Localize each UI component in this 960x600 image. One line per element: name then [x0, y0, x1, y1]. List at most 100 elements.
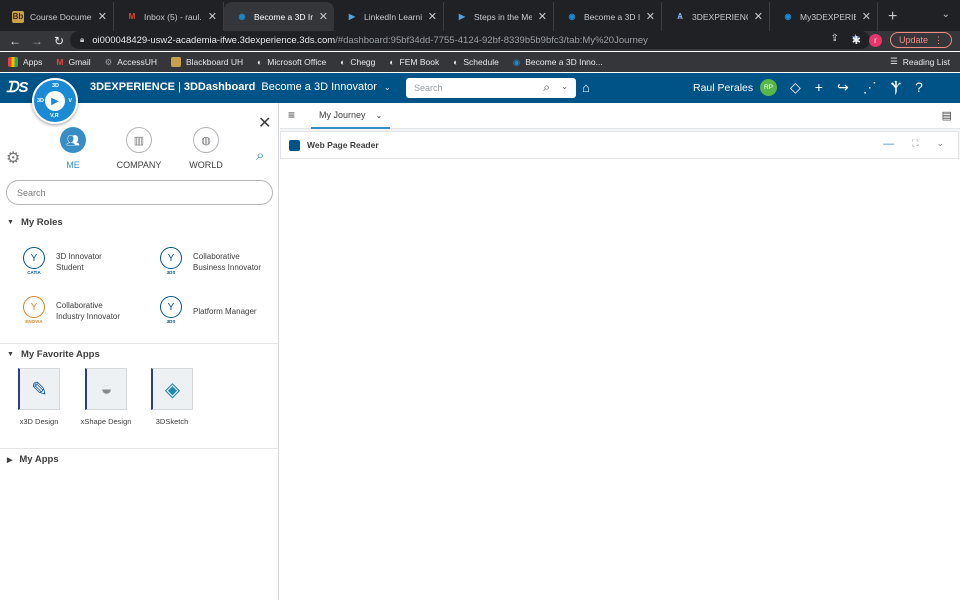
role-platform-manager[interactable]: Y 3DS Platform Manager — [159, 296, 283, 326]
update-button[interactable]: Update ⋮ — [889, 32, 952, 48]
share-icon[interactable]: ↪ — [837, 79, 849, 96]
browser-tab[interactable]: ▶ LinkedIn Learning ✕ — [334, 2, 444, 31]
segment-world[interactable]: ◍ WORLD — [176, 127, 236, 170]
tab-my-journey[interactable]: My Journey ⌄ — [311, 103, 391, 129]
bookmark-label: Apps — [23, 57, 43, 67]
back-icon[interactable]: ← — [4, 34, 26, 48]
help-icon[interactable]: ? — [915, 79, 923, 96]
user-name[interactable]: Raul Perales — [693, 82, 753, 94]
play-icon: ▶ — [348, 12, 356, 21]
search-icon[interactable]: ⌕ — [256, 147, 264, 164]
bookmark-gmail[interactable]: M Gmail — [56, 57, 90, 67]
role-3d-innovator[interactable]: Y CATIA 3D Innovator Student — [22, 247, 146, 277]
app-3dsketch[interactable]: ◈ 3DSketch — [143, 368, 201, 426]
bookmark-fembook[interactable]: ◐ FEM Book — [389, 57, 439, 67]
browser-tab-active[interactable]: ◉ Become a 3D Inn ✕ — [224, 2, 334, 31]
tab-search-chevron-icon[interactable]: ⌄ — [942, 9, 950, 20]
segment-me[interactable]: 👥︎ ME — [43, 127, 103, 170]
browser-tab[interactable]: M Inbox (5) - raul.p ✕ — [114, 2, 224, 31]
extensions-icon[interactable]: ✱ — [852, 34, 861, 47]
gear-icon[interactable]: ⚙ — [6, 148, 20, 168]
close-icon[interactable]: ✕ — [646, 10, 655, 23]
network-icon[interactable]: ⋰ — [863, 79, 877, 96]
compass-button[interactable]: 3D 3D V V,R ▶ — [32, 78, 78, 124]
chevron-down-icon[interactable]: ⌄ — [384, 83, 391, 92]
user-avatar[interactable]: RP — [760, 79, 777, 96]
section-title: My Apps — [19, 454, 59, 465]
tab-title: Become a 3D Inn — [254, 11, 313, 22]
forward-icon[interactable]: → — [26, 34, 48, 48]
x3d-design-icon: ✎ — [18, 368, 60, 410]
app-title: 3DEXPERIENCE | 3DDashboard Become a 3D Inno… — [90, 81, 391, 93]
close-icon[interactable]: ✕ — [538, 10, 547, 23]
bookmark-accessuh[interactable]: ⚙ AccessUH — [105, 57, 157, 68]
role-brand: 3DS — [166, 270, 176, 275]
segment-label: COMPANY — [116, 160, 162, 170]
chevron-down-icon[interactable]: ⌄ — [376, 111, 383, 120]
app-x3d-design[interactable]: ✎ x3D Design — [10, 368, 68, 426]
panel-search-input[interactable]: Search — [6, 180, 273, 205]
bookmark-apps[interactable]: Apps — [8, 57, 42, 67]
browser-tab[interactable]: ◉ Become a 3D Inn ✕ — [554, 2, 662, 31]
compass-y-icon: Y — [160, 296, 182, 318]
bookmark-blackboard[interactable]: Blackboard UH — [170, 57, 243, 67]
url-host: oi000048429-usw2-academia-ifwe.3dexperie… — [92, 34, 336, 46]
browser-tab[interactable]: Bb Course Documen ✕ — [0, 2, 114, 31]
role-collab-industry[interactable]: Y ENOVIA Collaborative Industry Innovator — [22, 296, 146, 326]
reading-list-button[interactable]: ☰ Reading List — [890, 56, 950, 67]
browser-tab[interactable]: ▶ Steps in the Mea ✕ — [444, 2, 554, 31]
brand-separator: | — [177, 81, 181, 93]
app-xshape-design[interactable]: ◒ xShape Design — [77, 368, 135, 426]
my-apps-header[interactable]: ▶ My Apps — [7, 454, 59, 465]
search-input[interactable]: Search ⌕ ⌄ — [406, 78, 576, 98]
lock-icon: 🔒︎ — [80, 35, 85, 44]
bookmark-label: AccessUH — [117, 57, 157, 67]
tab-title: Inbox (5) - raul.p — [144, 11, 202, 22]
close-icon[interactable]: ✕ — [862, 10, 871, 23]
reload-icon[interactable]: ↻ — [48, 34, 70, 48]
app-label: x3D Design — [19, 417, 59, 426]
role-line1: Platform Manager — [193, 306, 257, 316]
close-icon[interactable]: ✕ — [258, 113, 271, 133]
close-icon[interactable]: ✕ — [754, 10, 763, 23]
favorite-apps-header[interactable]: ▼ My Favorite Apps — [7, 349, 100, 360]
my-roles-header[interactable]: ▼ My Roles — [7, 217, 63, 228]
bookmark-chegg[interactable]: ◐ Chegg — [340, 57, 375, 67]
close-icon[interactable]: ✕ — [208, 10, 217, 23]
close-icon[interactable]: ✕ — [98, 10, 107, 23]
community-icon[interactable]: Ⲯ — [891, 79, 901, 96]
play-icon: ▶ — [45, 91, 65, 111]
widget-web-page-reader: Web Page Reader — ⛶ ⌄ — [280, 131, 959, 159]
new-tab-button[interactable]: + — [878, 2, 907, 31]
bookmark-become-3d[interactable]: ◉ Become a 3D Inno... — [513, 57, 603, 68]
tab-title: LinkedIn Learning — [364, 11, 422, 22]
caret-right-icon: ▶ — [7, 456, 13, 464]
caret-down-icon: ▼ — [7, 351, 14, 358]
browser-tab[interactable]: ◉ My3DEXPERIENC ✕ — [770, 2, 878, 31]
profile-avatar[interactable]: r — [868, 33, 882, 47]
url-input[interactable]: 🔒︎ oi000048429-usw2-academia-ifwe.3dexpe… — [70, 31, 870, 49]
segment-company[interactable]: ▥ COMPANY — [109, 127, 169, 170]
tabs-menu-icon[interactable]: ≡ — [288, 108, 295, 122]
section-divider — [0, 343, 279, 344]
tag-icon[interactable]: ⌂ — [582, 80, 590, 95]
close-icon[interactable]: ✕ — [428, 10, 437, 23]
bookmark-office[interactable]: ◐ Microsoft Office — [257, 57, 326, 67]
bookmark-schedule[interactable]: ◐ Schedule — [453, 57, 499, 67]
chevron-down-icon[interactable]: ⌄ — [936, 138, 944, 150]
close-icon[interactable]: ✕ — [319, 10, 328, 23]
search-icon[interactable]: ⌕ — [543, 80, 550, 95]
share-icon[interactable]: ⇪ — [831, 33, 839, 44]
role-collab-business[interactable]: Y 3DS Collaborative Business Innovator — [159, 247, 283, 277]
maximize-icon[interactable]: ⛶ — [912, 138, 918, 150]
add-icon[interactable]: + — [815, 79, 823, 96]
tab-title: Steps in the Mea — [474, 11, 532, 22]
compass-left-label: 3D — [37, 98, 45, 104]
notifications-icon[interactable]: ◇ — [790, 79, 801, 96]
chat-icon[interactable]: ▤ — [942, 109, 952, 122]
dashboard-tabs: ≡ My Journey ⌄ ▤ — [280, 103, 960, 129]
chevron-down-icon[interactable]: ⌄ — [561, 82, 568, 91]
browser-tab[interactable]: Ѧ 3DEXPERIENCE ✕ — [662, 2, 770, 31]
minimize-icon[interactable]: — — [883, 138, 894, 150]
dashboard-selector[interactable]: Become a 3D Innovator — [261, 81, 377, 93]
